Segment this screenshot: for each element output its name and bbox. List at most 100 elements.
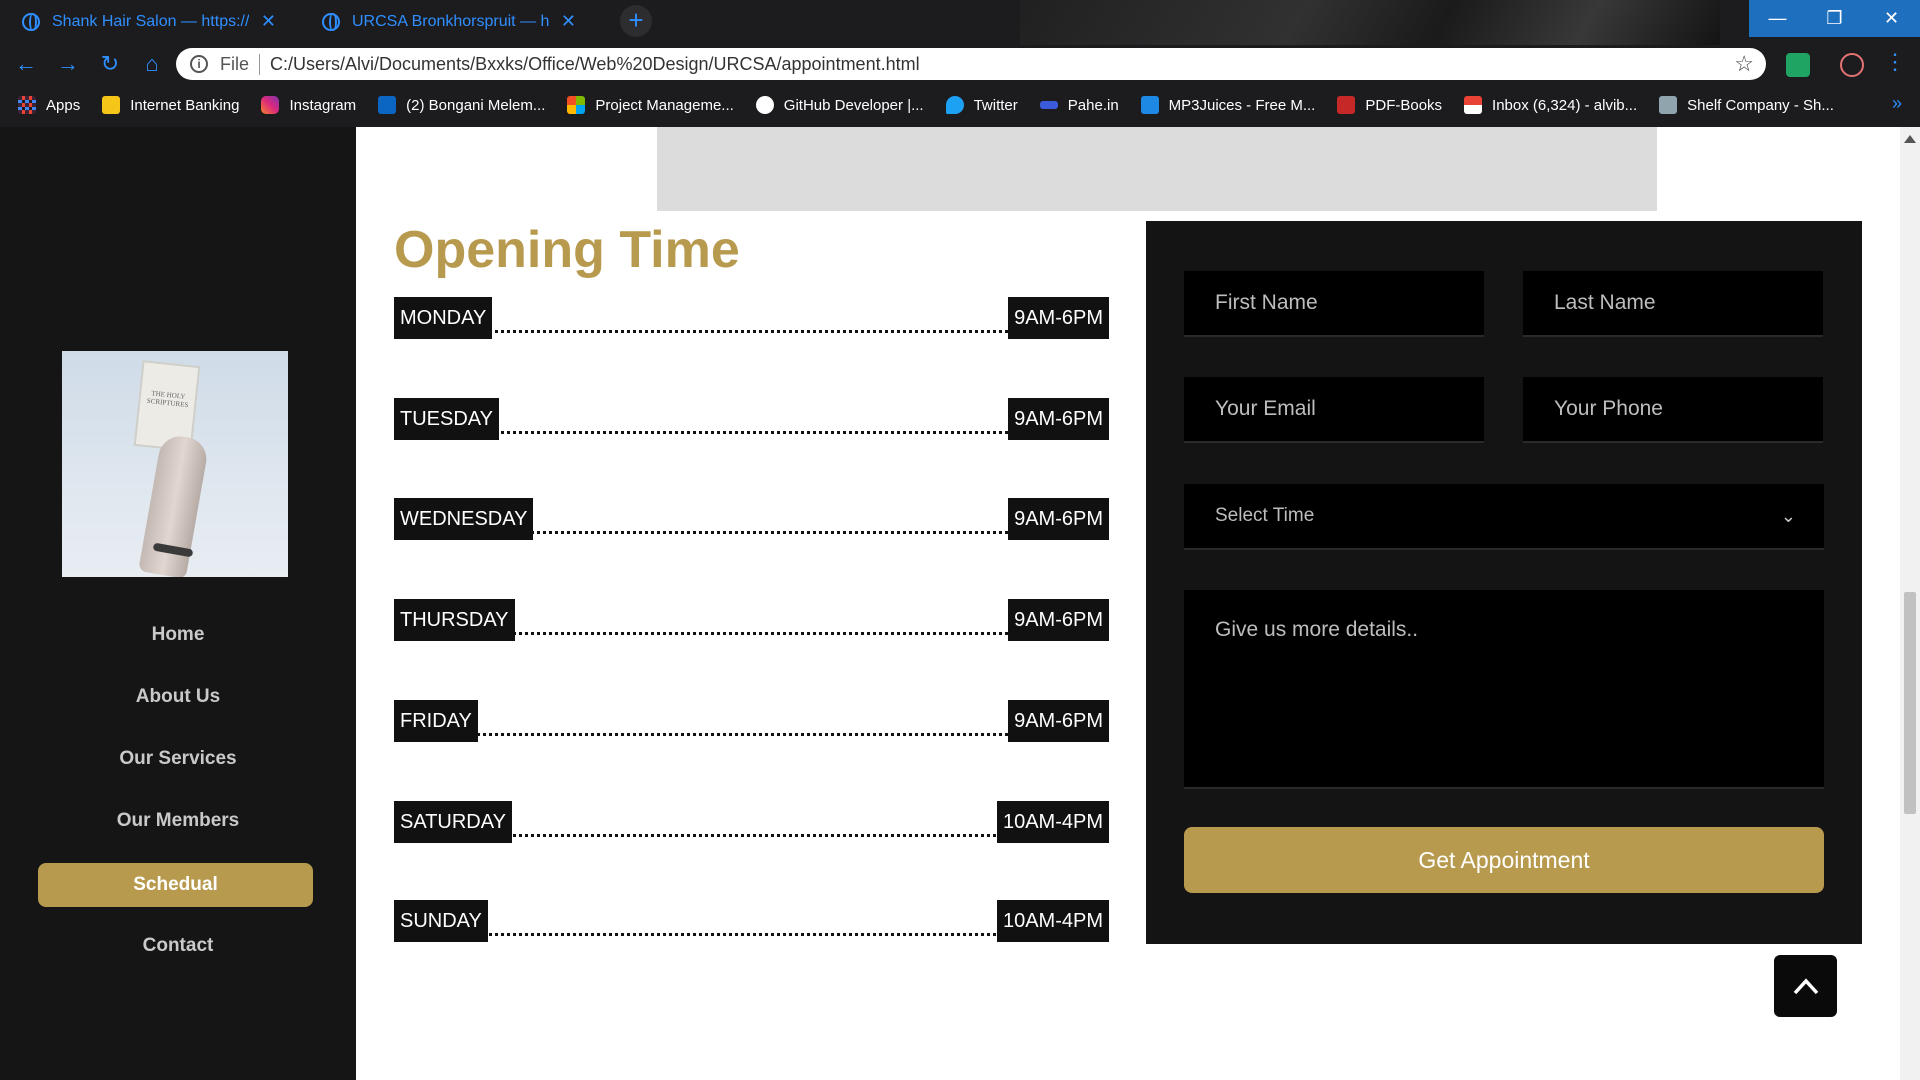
globe-icon — [22, 12, 40, 31]
day-label: WEDNESDAY — [394, 498, 534, 540]
time-label: 10AM-4PM — [996, 900, 1109, 942]
bookmark-apps[interactable]: Apps — [18, 96, 80, 114]
day-label: SUNDAY — [394, 900, 488, 942]
profile-icon[interactable] — [1840, 53, 1864, 77]
more-bookmarks-icon[interactable]: » — [1892, 93, 1902, 114]
phone-field[interactable]: Your Phone — [1523, 377, 1823, 443]
day-label: SATURDAY — [394, 801, 512, 843]
nav-our-services[interactable]: Our Services — [0, 748, 356, 770]
nav-contact[interactable]: Contact — [0, 935, 356, 957]
sidebar: THE HOLY SCRIPTURES Home About Us Our Se… — [0, 127, 356, 1080]
close-tab-icon[interactable]: ✕ — [561, 11, 576, 32]
dotted-leader — [394, 733, 1109, 736]
page-scrollbar[interactable] — [1900, 127, 1920, 1080]
info-icon[interactable]: i — [190, 55, 208, 73]
tab-title: URCSA Bronkhorspruit — https:/ — [352, 12, 549, 30]
dotted-leader — [394, 330, 1109, 333]
select-time-dropdown[interactable]: Select Time ⌄ — [1184, 484, 1824, 550]
details-textarea[interactable]: Give us more details.. — [1184, 590, 1824, 789]
hours-row: WEDNESDAY 9AM-6PM — [394, 498, 1109, 540]
time-label: 9AM-6PM — [1008, 700, 1109, 742]
scroll-up-arrow[interactable] — [1904, 135, 1916, 143]
forward-button[interactable]: → — [52, 48, 84, 80]
bookmarks-bar: Apps Internet Banking Instagram (2) Bong… — [0, 83, 1920, 127]
chevron-up-icon — [1793, 978, 1819, 995]
nav-our-members[interactable]: Our Members — [0, 810, 356, 832]
scroll-to-top-button[interactable] — [1774, 955, 1837, 1017]
close-tab-icon[interactable]: ✕ — [261, 11, 276, 32]
apps-grid-icon — [18, 96, 36, 114]
new-tab-button[interactable]: + — [620, 5, 652, 37]
microsoft-icon — [567, 96, 586, 114]
reload-button[interactable]: ↻ — [94, 48, 126, 80]
globe-icon — [322, 12, 340, 31]
browser-toolbar: ← → ↻ ⌂ i File C:/Users/Alvi/Documents/B… — [0, 45, 1920, 83]
hours-row: THURSDAY 9AM-6PM — [394, 599, 1109, 641]
home-button[interactable]: ⌂ — [136, 48, 168, 80]
tab-shank-hair-salon[interactable]: Shank Hair Salon — https://www ✕ — [0, 0, 290, 43]
chevron-down-icon: ⌄ — [1780, 506, 1796, 526]
pahe-icon — [1039, 101, 1058, 109]
shelf-icon — [1659, 96, 1678, 114]
nav-home[interactable]: Home — [0, 624, 356, 646]
scrollbar-thumb[interactable] — [1904, 592, 1916, 814]
bookmark-github[interactable]: GitHub Developer |... — [755, 96, 924, 114]
restore-button[interactable]: ❐ — [1806, 0, 1863, 37]
first-name-field[interactable]: First Name — [1184, 271, 1484, 337]
bookmark-pahe[interactable]: Pahe.in — [1039, 97, 1119, 114]
bookmark-shelf-company[interactable]: Shelf Company - Sh... — [1659, 96, 1834, 114]
nav-about-us[interactable]: About Us — [0, 686, 356, 708]
time-label: 9AM-6PM — [1008, 498, 1109, 540]
bookmark-inbox[interactable]: Inbox (6,324) - alvib... — [1464, 96, 1637, 114]
last-name-field[interactable]: Last Name — [1523, 271, 1823, 337]
hours-row: SUNDAY 10AM-4PM — [394, 900, 1109, 942]
dotted-leader — [394, 431, 1109, 434]
appointment-form: First Name Last Name Your Email Your Pho… — [1146, 221, 1862, 944]
pdf-icon — [1337, 96, 1356, 114]
tab-urcsa[interactable]: URCSA Bronkhorspruit — https:/ ✕ — [300, 0, 590, 43]
email-field[interactable]: Your Email — [1184, 377, 1484, 443]
linkedin-icon — [378, 96, 397, 114]
bookmark-mp3juices[interactable]: MP3Juices - Free M... — [1140, 96, 1315, 114]
time-label: 10AM-4PM — [996, 801, 1109, 843]
bookmark-twitter[interactable]: Twitter — [945, 96, 1018, 114]
address-url[interactable]: C:/Users/Alvi/Documents/Bxxks/Office/Web… — [270, 54, 920, 75]
day-label: TUESDAY — [394, 398, 499, 440]
day-label: THURSDAY — [394, 599, 515, 641]
tab-title: Shank Hair Salon — https://www — [52, 12, 249, 30]
bookmark-linkedin[interactable]: (2) Bongani Melem... — [378, 96, 545, 114]
bank-icon — [102, 96, 121, 114]
menu-icon[interactable]: ⋮ — [1884, 49, 1906, 75]
bookmark-star-icon[interactable]: ☆ — [1734, 51, 1754, 77]
close-window-button[interactable]: ✕ — [1863, 0, 1920, 37]
address-bar[interactable]: i File C:/Users/Alvi/Documents/Bxxks/Off… — [176, 48, 1766, 80]
hours-row: TUESDAY 9AM-6PM — [394, 398, 1109, 440]
day-label: MONDAY — [394, 297, 493, 339]
github-icon — [755, 96, 774, 114]
twitter-icon — [945, 96, 964, 114]
select-time-label: Select Time — [1215, 505, 1315, 526]
hours-row: FRIDAY 9AM-6PM — [394, 700, 1109, 742]
browser-tab-bar: Shank Hair Salon — https://www ✕ URCSA B… — [0, 0, 1920, 45]
time-label: 9AM-6PM — [1008, 599, 1109, 641]
time-label: 9AM-6PM — [1008, 297, 1109, 339]
time-label: 9AM-6PM — [1008, 398, 1109, 440]
instagram-icon — [261, 96, 280, 114]
bookmark-instagram[interactable]: Instagram — [261, 96, 356, 114]
extension-icon[interactable] — [1786, 53, 1810, 77]
bookmark-internet-banking[interactable]: Internet Banking — [102, 96, 239, 114]
get-appointment-button[interactable]: Get Appointment — [1184, 827, 1824, 893]
bookmark-project-management[interactable]: Project Manageme... — [567, 96, 734, 114]
tabbar-background-art — [1020, 0, 1720, 45]
hours-row: SATURDAY 10AM-4PM — [394, 801, 1109, 843]
opening-time-title: Opening Time — [394, 221, 740, 279]
nav-schedual[interactable]: Schedual — [38, 863, 313, 907]
day-label: FRIDAY — [394, 700, 478, 742]
raised-hand — [138, 432, 210, 577]
back-button[interactable]: ← — [10, 48, 42, 80]
minimize-button[interactable]: — — [1749, 0, 1806, 37]
download-icon — [1140, 96, 1159, 114]
bookmark-pdf-books[interactable]: PDF-Books — [1337, 96, 1442, 114]
address-scheme: File — [220, 53, 261, 75]
gmail-icon — [1464, 96, 1483, 114]
